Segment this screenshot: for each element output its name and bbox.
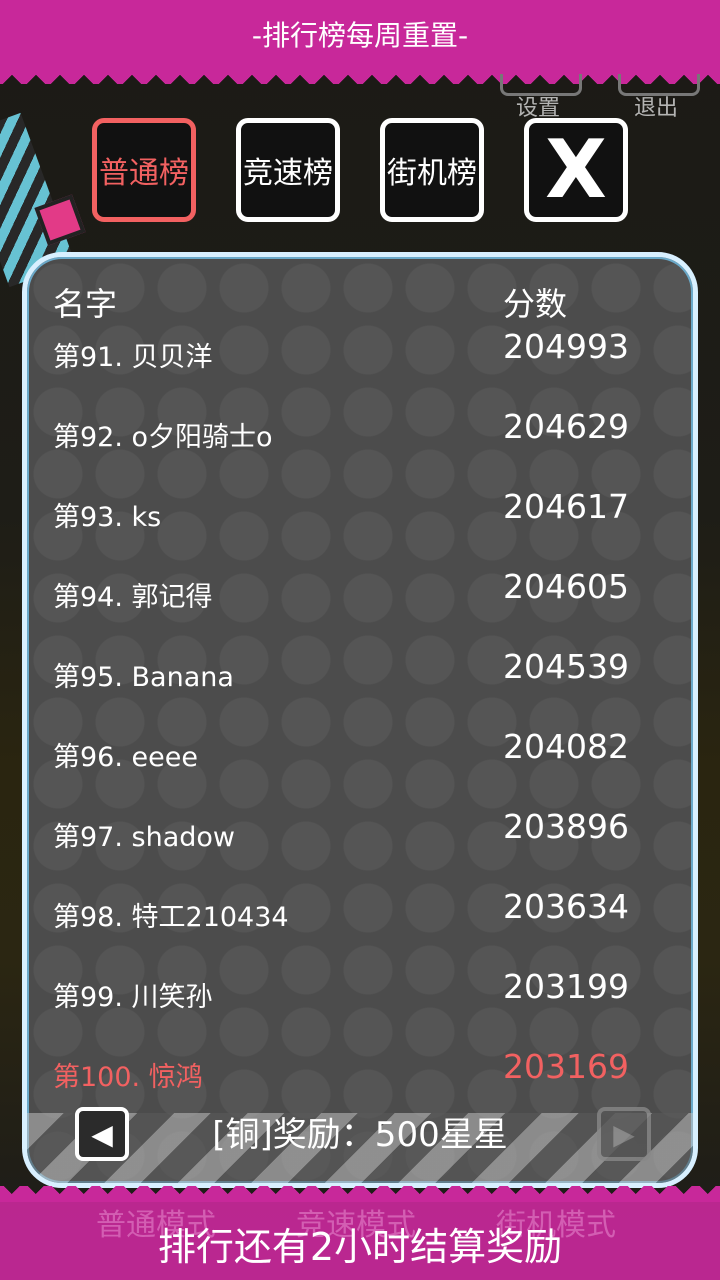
leaderboard-row: 第96. eeee 204082 <box>27 727 693 795</box>
reward-text: [铜]奖励：500星星 <box>212 1115 508 1155</box>
column-header-score: 分数 <box>503 285 568 323</box>
player-name: 第98. 特工210434 <box>53 902 289 933</box>
column-header-name: 名字 <box>53 285 118 323</box>
leaderboard-row: 第91. 贝贝洋 204993 <box>27 327 693 395</box>
player-score: 204605 <box>503 567 629 606</box>
tab-normal-leaderboard[interactable]: 普通榜 <box>92 118 196 222</box>
player-score: 204993 <box>503 327 629 366</box>
player-score: 204082 <box>503 727 629 766</box>
leaderboard-row: 第97. shadow 203896 <box>27 807 693 875</box>
player-name: 第91. 贝贝洋 <box>53 342 213 373</box>
weekly-reset-notice: -排行榜每周重置- <box>251 19 469 52</box>
close-icon: X <box>545 123 607 216</box>
player-score: 204617 <box>503 487 629 526</box>
close-button[interactable]: X <box>524 118 628 222</box>
leaderboard-row: 第93. ks 204617 <box>27 487 693 555</box>
exit-button[interactable]: 退出 <box>634 90 678 122</box>
leaderboard-row: 第92. o夕阳骑士o 204629 <box>27 407 693 475</box>
player-score: 204629 <box>503 407 629 446</box>
banner-zigzag <box>0 66 720 84</box>
tab-speed-leaderboard[interactable]: 竞速榜 <box>236 118 340 222</box>
top-banner: -排行榜每周重置- <box>0 0 720 70</box>
player-score: 203634 <box>503 887 629 926</box>
player-name: 第97. shadow <box>53 822 235 853</box>
settlement-countdown: 排行还有2小时结算奖励 <box>157 1225 563 1269</box>
player-score: 204539 <box>503 647 629 686</box>
next-page-button[interactable]: ▶ <box>597 1107 651 1161</box>
player-score: 203896 <box>503 807 629 846</box>
player-score: 203199 <box>503 967 629 1006</box>
player-name: 第100. 惊鸿 <box>53 1062 203 1093</box>
player-name: 第95. Banana <box>53 662 234 693</box>
player-score: 203169 <box>503 1047 629 1086</box>
player-name: 第96. eeee <box>53 742 198 773</box>
player-name: 第92. o夕阳骑士o <box>53 422 273 453</box>
leaderboard-row: 第99. 川笑孙 203199 <box>27 967 693 1035</box>
player-name: 第93. ks <box>53 502 162 533</box>
player-name: 第99. 川笑孙 <box>53 982 213 1013</box>
leaderboard-row: 第94. 郭记得 204605 <box>27 567 693 635</box>
leaderboard-row: 第95. Banana 204539 <box>27 647 693 715</box>
leaderboard-row-own: 第100. 惊鸿 203169 <box>27 1047 693 1115</box>
leaderboard-panel: 名字 分数 第91. 贝贝洋 204993 第92. o夕阳骑士o 204629… <box>22 252 698 1188</box>
player-name: 第94. 郭记得 <box>53 582 213 613</box>
leaderboard-row: 第98. 特工210434 203634 <box>27 887 693 955</box>
arrow-right-icon: ▶ <box>613 1117 635 1151</box>
tab-arcade-leaderboard[interactable]: 街机榜 <box>380 118 484 222</box>
